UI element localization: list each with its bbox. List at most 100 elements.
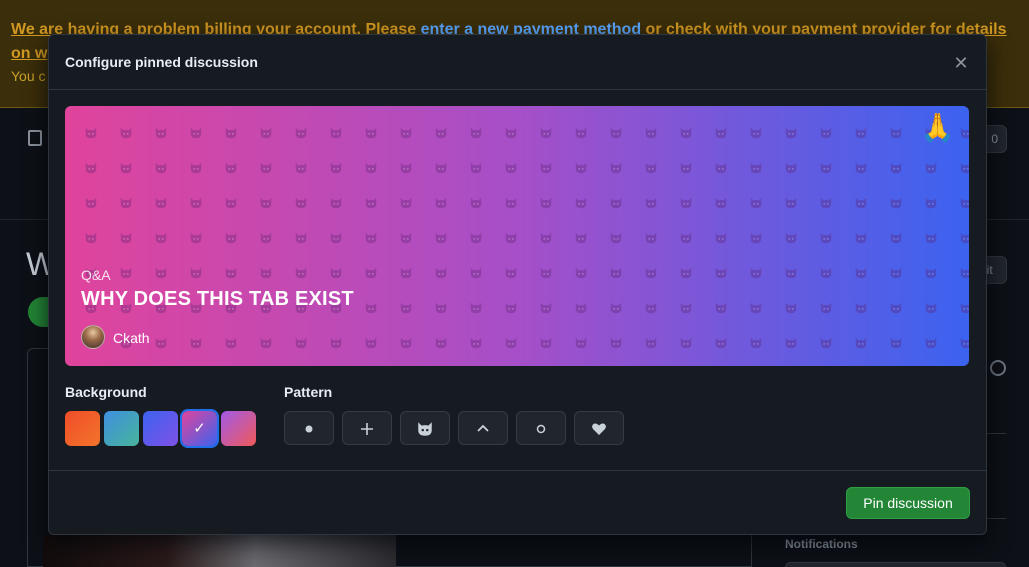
octocat-icon [819,266,833,280]
octocat-icon [889,126,903,140]
octocat-icon [854,266,868,280]
octocat-icon [609,126,623,140]
octocat-icon [434,301,448,315]
octocat-icon [539,336,553,350]
octocat-icon [574,161,588,175]
octocat-icon [714,231,728,245]
octocat-icon [889,161,903,175]
octocat-icon [679,161,693,175]
octocat-icon [434,196,448,210]
octocat-icon [784,336,798,350]
octocat-icon [364,161,378,175]
octocat-icon [224,231,238,245]
octocat-icon [924,161,938,175]
octocat-icon [784,161,798,175]
notifications-heading: Notifications [785,537,858,551]
octocat-icon [84,196,98,210]
octocat-icon [819,231,833,245]
octocat-icon [609,196,623,210]
octocat-icon [644,231,658,245]
octocat-icon [469,231,483,245]
octocat-icon [819,196,833,210]
avatar [81,325,105,349]
octocat-icon [784,231,798,245]
octocat-icon [539,161,553,175]
octocat-icon [399,196,413,210]
octocat-icon [609,161,623,175]
octocat-icon [609,266,623,280]
pattern-option-circle[interactable] [516,411,566,445]
octocat-icon [329,231,343,245]
octocat-icon [469,301,483,315]
octocat-icon [469,266,483,280]
octocat-icon [224,266,238,280]
octocat-icon [679,126,693,140]
octocat-icon [749,231,763,245]
octocat-icon [189,336,203,350]
chevron-up-icon [474,420,492,438]
octocat-icon [679,266,693,280]
octocat-icon [574,231,588,245]
octocat-icon [539,266,553,280]
background-swatch-purple-red[interactable] [221,411,256,446]
octocat-icon [469,126,483,140]
pin-discussion-button[interactable]: Pin discussion [846,487,970,519]
subscribe-button[interactable] [785,562,1006,567]
octocat-icon [574,126,588,140]
pattern-option-dot[interactable] [284,411,334,445]
octocat-icon [609,231,623,245]
background-swatch-blue-purple[interactable] [143,411,178,446]
octocat-icon [154,196,168,210]
octocat-icon [854,336,868,350]
octocat-icon [294,266,308,280]
octocat-icon [329,196,343,210]
octocat-icon [189,126,203,140]
pattern-option-chevron[interactable] [458,411,508,445]
octocat-icon [189,266,203,280]
octocat-icon [679,301,693,315]
octocat-icon [259,231,273,245]
close-icon: ✕ [953,53,969,73]
pattern-option-heart[interactable] [574,411,624,445]
octocat-icon [959,266,969,280]
octocat-icon [644,301,658,315]
octocat-icon [959,231,969,245]
octocat-icon [924,266,938,280]
octocat-icon [749,336,763,350]
octocat-icon [154,231,168,245]
background-swatch-blue-green[interactable] [104,411,139,446]
preview-title: WHY DOES THIS TAB EXIST [81,288,354,310]
octocat-icon [784,196,798,210]
pray-emoji: 🙏 [920,112,955,143]
status-badge [28,297,50,327]
octocat-icon [644,161,658,175]
repo-icon [28,130,42,146]
octocat-icon [364,196,378,210]
octocat-icon [259,161,273,175]
background-swatch-orange-red[interactable] [65,411,100,446]
octocat-icon [154,336,168,350]
octocat-icon [294,231,308,245]
check-icon: ✓ [193,420,206,437]
dialog-header: Configure pinned discussion ✕ [49,35,986,90]
octocat-icon [189,231,203,245]
pattern-option-plus[interactable] [342,411,392,445]
octocat-icon [154,126,168,140]
background-swatch-pink-blue[interactable]: ✓ [180,409,219,448]
heart-icon [590,420,608,438]
close-button[interactable]: ✕ [949,51,973,75]
octocat-icon [399,301,413,315]
octocat-icon [714,161,728,175]
octocat-icon [504,196,518,210]
pattern-option-octocat[interactable] [400,411,450,445]
octocat-icon [819,161,833,175]
octocat-icon [154,161,168,175]
octocat-icon [924,231,938,245]
octocat-icon [714,266,728,280]
gear-icon[interactable] [990,360,1006,376]
octocat-icon [784,126,798,140]
octocat-icon [364,336,378,350]
octocat-icon [364,266,378,280]
octocat-icon [679,196,693,210]
octocat-icon [539,196,553,210]
